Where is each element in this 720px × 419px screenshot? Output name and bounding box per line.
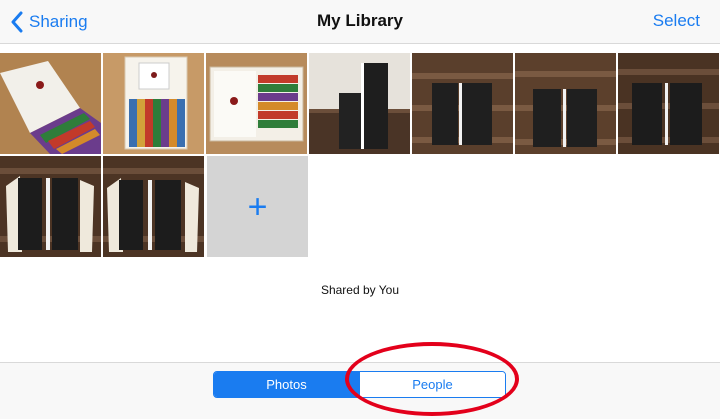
photo-thumbnail[interactable] <box>309 53 410 154</box>
photo-thumbnail[interactable] <box>618 53 719 154</box>
bottom-toolbar: Photos People <box>0 362 720 419</box>
page-title: My Library <box>317 11 403 30</box>
select-button[interactable]: Select <box>653 11 700 31</box>
add-photo-button[interactable]: + <box>207 156 308 257</box>
plus-icon: + <box>247 187 268 226</box>
photo-thumbnail[interactable] <box>0 53 101 154</box>
photo-thumbnail[interactable] <box>412 53 513 154</box>
segment-people[interactable]: People <box>359 372 505 397</box>
photo-thumbnail[interactable] <box>206 53 307 154</box>
photo-thumbnail[interactable] <box>0 156 101 257</box>
segmented-control: Photos People <box>213 371 506 398</box>
segment-photos[interactable]: Photos <box>214 372 359 397</box>
shared-by-label: Shared by You <box>320 283 400 297</box>
photo-thumbnail[interactable] <box>103 53 204 154</box>
photo-grid: + <box>0 53 720 259</box>
navigation-bar: Sharing My Library Select <box>0 0 720 44</box>
photo-thumbnail[interactable] <box>103 156 204 257</box>
photo-thumbnail[interactable] <box>515 53 616 154</box>
